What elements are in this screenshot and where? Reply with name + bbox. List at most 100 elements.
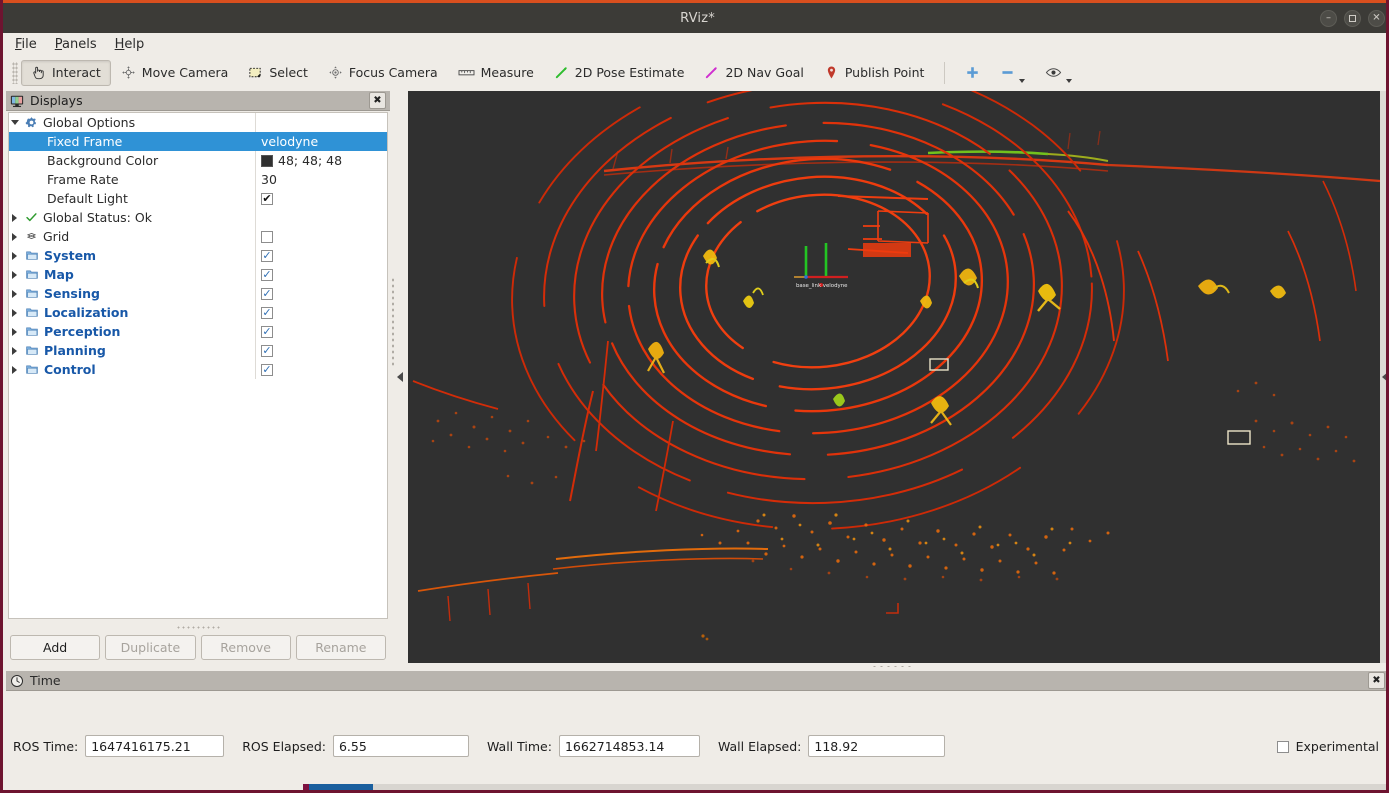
render-view-3d[interactable]: base_link velodyne [408,91,1380,663]
tool-focus-camera[interactable]: Focus Camera [318,60,448,86]
menu-help[interactable]: Help [115,37,145,52]
move-camera-icon [121,65,136,80]
tree-value[interactable] [255,208,387,227]
rename-button[interactable]: Rename [295,635,386,660]
checkbox-checked[interactable]: ✓ [261,325,273,338]
experimental-label: Experimental [1295,739,1379,754]
checkbox-checked[interactable]: ✓ [261,363,273,376]
planning-value[interactable]: ✓ [255,341,387,360]
twisty-right-icon[interactable] [9,309,20,317]
menu-panels[interactable]: Panels [55,37,97,52]
minimize-button[interactable]: – [1320,10,1337,27]
frame-rate-value[interactable]: 30 [255,170,387,189]
checkbox-unchecked[interactable] [1276,740,1289,753]
twisty-right-icon[interactable] [9,328,20,336]
eye-icon [1045,65,1062,80]
time-fields: ROS Time: 1647416175.21 ROS Elapsed: 6.5… [13,735,946,757]
perception-value[interactable]: ✓ [255,322,387,341]
twisty-down-icon[interactable] [9,120,20,125]
tree-item-sensing[interactable]: Sensing ✓ [9,284,387,303]
add-tool-button[interactable] [955,60,990,86]
tree-item-perception[interactable]: Perception ✓ [9,322,387,341]
monitor-icon [10,94,24,108]
wall-elapsed-input[interactable]: 118.92 [808,735,946,757]
displays-close-icon[interactable]: ✖ [369,92,386,109]
time-close-icon[interactable]: ✖ [1368,672,1385,689]
remove-button[interactable]: Remove [200,635,291,660]
twisty-right-icon[interactable] [9,366,20,374]
ros-time-input[interactable]: 1647416175.21 [85,735,225,757]
checkbox-checked[interactable]: ✓ [261,268,273,281]
checkbox-unchecked[interactable] [261,230,273,243]
tool-interact[interactable]: Interact [21,59,111,86]
tool-2d-pose-estimate[interactable]: 2D Pose Estimate [544,60,695,86]
hand-cursor-icon [31,65,46,80]
displays-tree[interactable]: Global Options Fixed Frame velodyne Back… [8,112,388,619]
sensing-value[interactable]: ✓ [255,284,387,303]
tool-publish-point[interactable]: Publish Point [814,60,935,86]
tree-item-planning[interactable]: Planning ✓ [9,341,387,360]
add-button[interactable]: Add [10,635,101,660]
collapse-left-arrow-icon[interactable] [396,372,403,382]
splitter-grip[interactable] [391,277,396,367]
tree-item-fixed-frame[interactable]: Fixed Frame velodyne [9,132,387,151]
ros-elapsed-input[interactable]: 6.55 [332,735,469,757]
tree-label: Global Status: Ok [43,210,152,225]
twisty-right-icon[interactable] [9,233,20,241]
left-splitter[interactable] [391,91,408,663]
tree-item-default-light[interactable]: Default Light ✔ [9,189,387,208]
checkbox-checked[interactable]: ✓ [261,287,273,300]
background-color-value[interactable]: 48; 48; 48 [255,151,387,170]
tool-2d-pose-estimate-label: 2D Pose Estimate [574,65,685,80]
tree-item-grid[interactable]: Grid [9,227,387,246]
maximize-button[interactable] [1344,10,1361,27]
chevron-down-icon[interactable] [1019,78,1026,83]
horizontal-splitter-grip[interactable] [871,664,915,668]
close-button[interactable]: ✕ [1368,10,1385,27]
select-rect-icon [248,65,263,80]
twisty-right-icon[interactable] [9,214,20,222]
duplicate-button[interactable]: Duplicate [105,635,196,660]
default-light-value[interactable]: ✔ [255,189,387,208]
tool-measure[interactable]: Measure [448,60,544,86]
toolbar-grip[interactable] [12,61,18,84]
tool-select[interactable]: Select [238,60,318,86]
collapse-right-arrow-icon[interactable] [1381,372,1386,382]
wall-time-input[interactable]: 1662714853.14 [558,735,700,757]
panel-resize-grip[interactable] [176,625,220,629]
checkbox-checked[interactable]: ✓ [261,306,273,319]
localization-value[interactable]: ✓ [255,303,387,322]
checkbox-checked[interactable]: ✓ [261,249,273,262]
experimental-toggle[interactable]: Experimental [1276,739,1379,754]
tree-item-frame-rate[interactable]: Frame Rate 30 [9,170,387,189]
checkbox-checked[interactable]: ✓ [261,344,273,357]
tool-2d-nav-goal[interactable]: 2D Nav Goal [694,60,813,86]
tree-item-system[interactable]: System ✓ [9,246,387,265]
chevron-down-icon[interactable] [1066,78,1073,83]
tree-item-global-options[interactable]: Global Options [9,113,387,132]
right-splitter[interactable] [1380,91,1386,663]
tree-item-control[interactable]: Control ✓ [9,360,387,379]
grid-value[interactable] [255,227,387,246]
menu-file[interactable]: File [15,37,37,52]
twisty-right-icon[interactable] [9,290,20,298]
tool-move-camera[interactable]: Move Camera [111,60,239,86]
strip-left [3,784,303,790]
tree-item-map[interactable]: Map ✓ [9,265,387,284]
twisty-right-icon[interactable] [9,271,20,279]
tree-item-localization[interactable]: Localization ✓ [9,303,387,322]
ros-elapsed-label: ROS Elapsed: [242,738,326,754]
twisty-right-icon[interactable] [9,347,20,355]
tree-value[interactable] [255,113,387,132]
fixed-frame-value[interactable]: velodyne [255,132,387,151]
control-value[interactable]: ✓ [255,360,387,379]
remove-tool-button[interactable] [990,60,1035,86]
visibility-button[interactable] [1035,60,1082,86]
tool-focus-camera-label: Focus Camera [348,65,438,80]
map-value[interactable]: ✓ [255,265,387,284]
tree-item-global-status[interactable]: Global Status: Ok [9,208,387,227]
tree-item-background-color[interactable]: Background Color 48; 48; 48 [9,151,387,170]
system-value[interactable]: ✓ [255,246,387,265]
checkbox-checked[interactable]: ✔ [261,192,273,205]
twisty-right-icon[interactable] [9,252,20,260]
